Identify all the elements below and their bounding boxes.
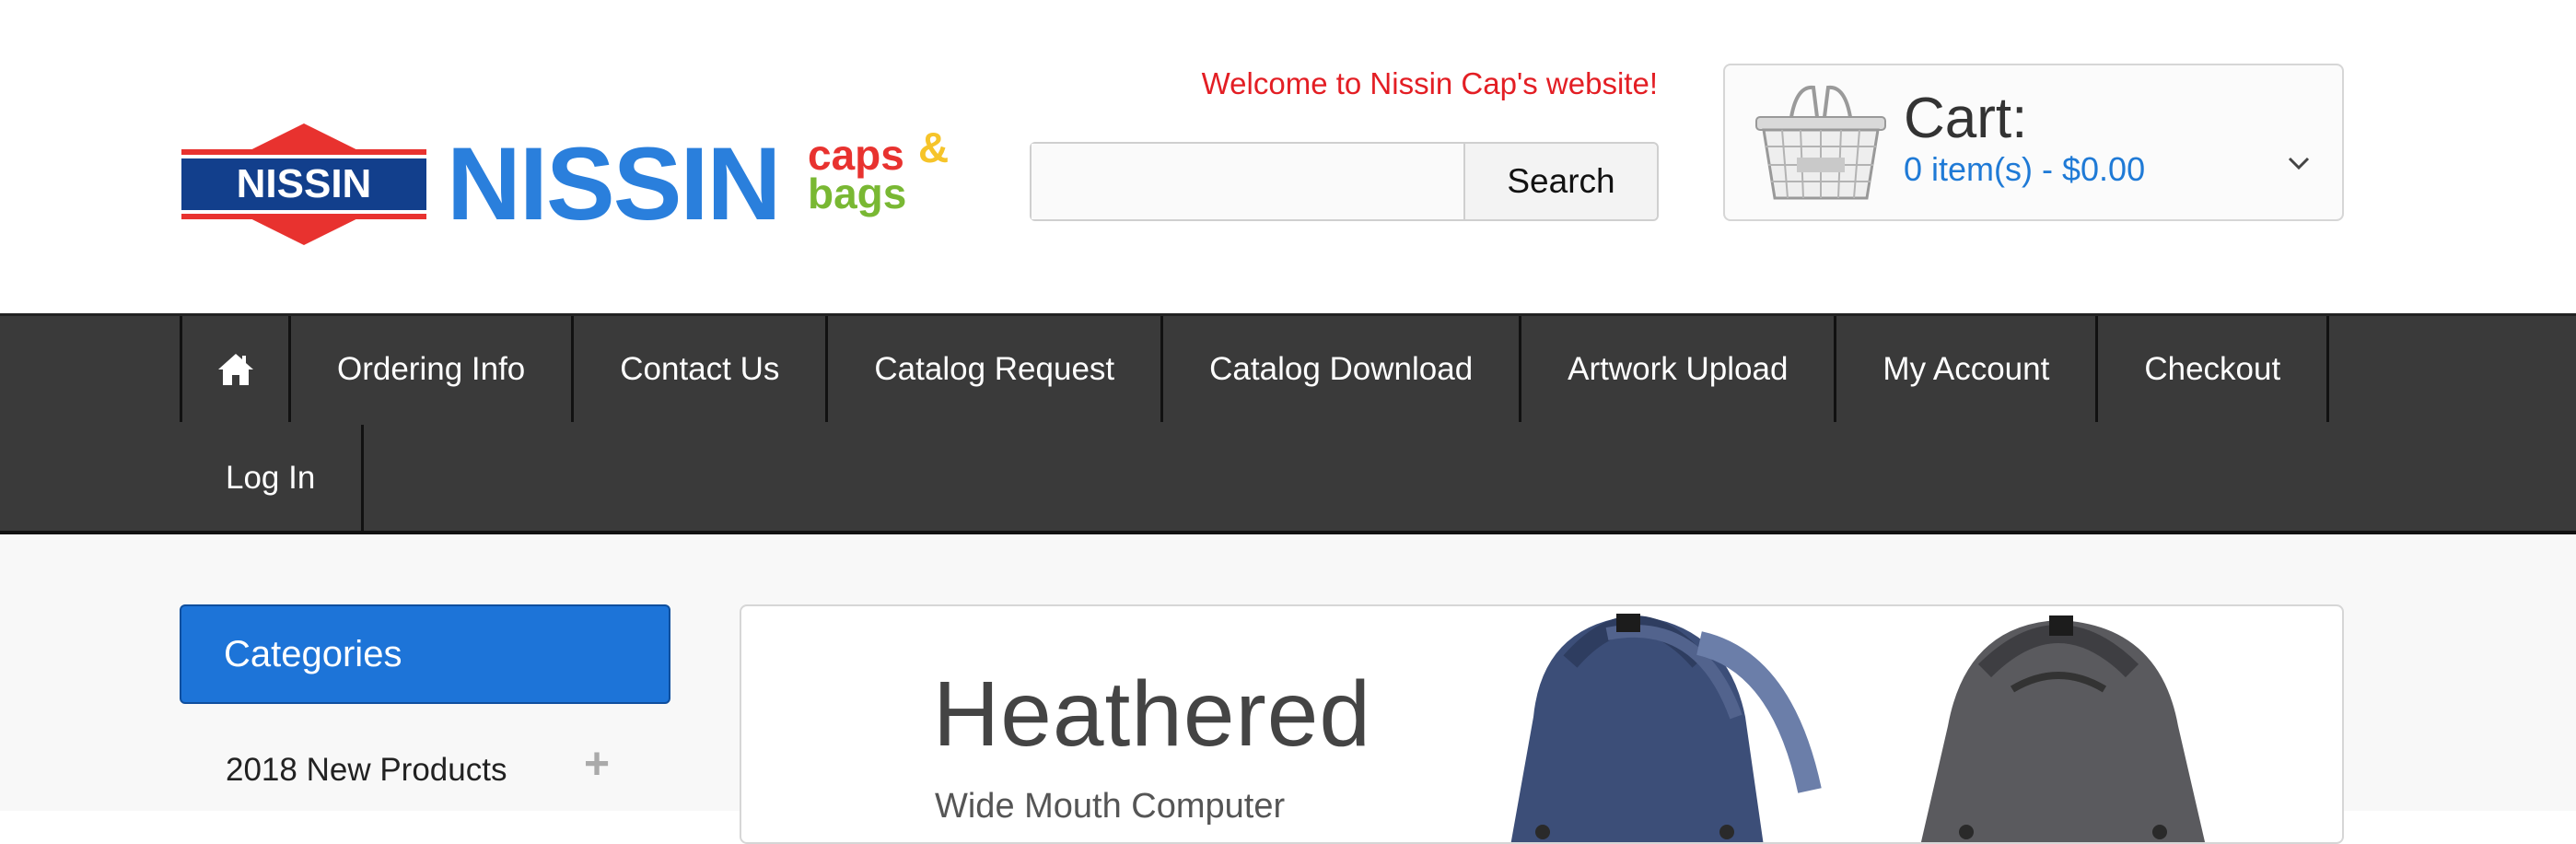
search-bar: Search bbox=[1030, 142, 1659, 221]
logo-bags-text: bags bbox=[808, 170, 907, 217]
category-item[interactable]: 2018 New Products bbox=[226, 752, 507, 789]
nav-catalog-download[interactable]: Catalog Download bbox=[1160, 316, 1519, 422]
nav-ordering-info[interactable]: Ordering Info bbox=[288, 316, 571, 422]
cart-title: Cart: bbox=[1904, 87, 2028, 150]
basket-icon bbox=[1755, 85, 1886, 200]
search-input[interactable] bbox=[1032, 144, 1463, 219]
logo-wordmark: NISSIN bbox=[447, 126, 781, 241]
logo-amp-text: & bbox=[918, 123, 950, 171]
main-navigation: Ordering Info Contact Us Catalog Request… bbox=[0, 313, 2576, 534]
nav-catalog-request[interactable]: Catalog Request bbox=[825, 316, 1160, 422]
welcome-message: Welcome to Nissin Cap's website! bbox=[1201, 66, 1658, 100]
main-content: Categories 2018 New Products + Heathered… bbox=[0, 534, 2576, 844]
search-button[interactable]: Search bbox=[1463, 144, 1657, 219]
categories-heading: Categories bbox=[180, 604, 670, 704]
nav-home[interactable] bbox=[180, 316, 288, 422]
nav-log-in[interactable]: Log In bbox=[180, 425, 365, 531]
site-logo[interactable]: NISSIN NISSIN caps & bags bbox=[180, 122, 953, 247]
banner-title: Heathered bbox=[933, 662, 1371, 766]
home-icon bbox=[217, 353, 253, 385]
banner-subtitle: Wide Mouth Computer bbox=[935, 787, 1286, 826]
nav-row: Log In bbox=[180, 425, 365, 531]
site-header: NISSIN NISSIN caps & bags Welcome to Nis… bbox=[0, 0, 2576, 313]
nissin-badge-logo: NISSIN bbox=[181, 123, 426, 245]
cart-summary[interactable]: 0 item(s) - $0.00 bbox=[1904, 150, 2145, 189]
cart-widget[interactable]: Cart: 0 item(s) - $0.00 bbox=[1723, 64, 2344, 221]
chevron-down-icon[interactable] bbox=[2287, 156, 2311, 170]
nav-my-account[interactable]: My Account bbox=[1834, 316, 2095, 422]
nav-contact-us[interactable]: Contact Us bbox=[571, 316, 825, 422]
logo-badge-text: NISSIN bbox=[237, 161, 372, 206]
nav-row: Ordering Info Contact Us Catalog Request… bbox=[180, 316, 2330, 422]
backpack-product-image bbox=[1510, 614, 2206, 842]
expand-plus-icon[interactable]: + bbox=[584, 739, 610, 790]
promo-banner[interactable]: Heathered Wide Mouth Computer bbox=[740, 604, 2344, 844]
nav-checkout[interactable]: Checkout bbox=[2095, 316, 2330, 422]
nav-artwork-upload[interactable]: Artwork Upload bbox=[1519, 316, 1834, 422]
